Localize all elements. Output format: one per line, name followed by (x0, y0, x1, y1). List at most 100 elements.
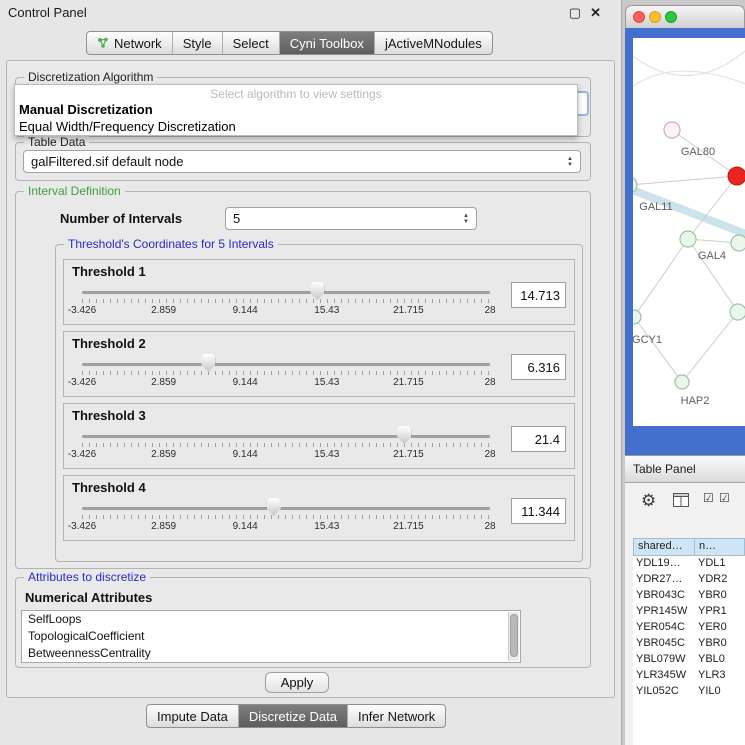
threshold-1-slider[interactable]: -3.426 2.859 9.144 15.43 21.715 28 (82, 282, 490, 322)
tab-select[interactable]: Select (222, 32, 279, 54)
scale-label: 15.43 (314, 377, 339, 388)
traffic-light-zoom-icon[interactable] (665, 11, 677, 23)
network-node-gcy1[interactable] (633, 310, 641, 324)
table-data-combo[interactable]: galFiltered.sif default node ▲ ▼ (23, 150, 581, 173)
table-cell[interactable]: YBR043C (633, 588, 695, 604)
close-window-icon[interactable]: ✕ (590, 5, 601, 21)
table-row[interactable]: YBR043C YBR0 (633, 588, 745, 604)
network-node-hap2[interactable] (675, 375, 689, 389)
table-cell[interactable]: YER054C (633, 620, 695, 636)
dropdown-option-manual-discretization[interactable]: Manual Discretization (15, 101, 577, 118)
network-node-gal4[interactable] (680, 231, 696, 247)
table-cell[interactable]: YPR1 (695, 604, 745, 620)
threshold-4-box: Threshold 4 -3.426 2.859 9.144 15.43 21.… (63, 475, 575, 541)
table-cell[interactable]: YBR0 (695, 636, 745, 652)
tab-network[interactable]: Network (87, 32, 172, 54)
table-cell[interactable]: YIL052C (633, 684, 695, 700)
interval-definition-group-label: Interval Definition (24, 184, 125, 198)
network-node[interactable] (664, 122, 680, 138)
threshold-2-slider[interactable]: -3.426 2.859 9.144 15.43 21.715 28 (82, 354, 490, 394)
list-scrollbar[interactable] (508, 612, 519, 661)
table-row[interactable]: YPR145W YPR1 (633, 604, 745, 620)
network-edge[interactable] (634, 317, 682, 382)
traffic-light-close-icon[interactable] (633, 11, 645, 23)
apply-button[interactable]: Apply (265, 672, 329, 693)
slider-track[interactable] (82, 291, 490, 294)
scale-label: 9.144 (233, 449, 258, 460)
combo-down-arrow-icon: ▼ (463, 219, 469, 225)
table-cell[interactable]: YBL079W (633, 652, 695, 668)
network-canvas[interactable]: GAL80 GAL11 GAL4 GCY1 HAP2 (633, 38, 745, 426)
list-item-betweennesscentrality[interactable]: BetweennessCentrality (22, 645, 520, 662)
threshold-4-slider[interactable]: -3.426 2.859 9.144 15.43 21.715 28 (82, 498, 490, 538)
bottom-tab-impute-data[interactable]: Impute Data (147, 705, 238, 727)
bottom-tab-infer-network[interactable]: Infer Network (347, 705, 445, 727)
table-row[interactable]: YBL079W YBL0 (633, 652, 745, 668)
tab-network-label: Network (114, 36, 162, 51)
network-node[interactable] (730, 304, 745, 320)
list-item-selfloops[interactable]: SelfLoops (22, 611, 520, 628)
scale-label: 28 (484, 305, 495, 316)
table-cell[interactable]: YIL0 (695, 684, 745, 700)
table-row[interactable]: YBR045C YBR0 (633, 636, 745, 652)
table-cell[interactable]: YDL1 (695, 556, 745, 572)
table-cell[interactable]: YBL0 (695, 652, 745, 668)
threshold-2-slider-thumb[interactable] (201, 354, 215, 372)
threshold-3-slider-thumb[interactable] (397, 426, 411, 444)
threshold-3-slider[interactable]: -3.426 2.859 9.144 15.43 21.715 28 (82, 426, 490, 466)
network-window-titlebar[interactable] (625, 5, 745, 28)
table-row[interactable]: YIL052C YIL0 (633, 684, 745, 700)
tab-jactivemnodules[interactable]: jActiveMNodules (374, 32, 492, 54)
column-header-shared-name[interactable]: shared… (633, 538, 695, 556)
tab-cyni-toolbox[interactable]: Cyni Toolbox (279, 32, 374, 54)
tab-style[interactable]: Style (172, 32, 222, 54)
threshold-3-value-field[interactable]: 21.4 (511, 426, 566, 452)
table-row[interactable]: YDR27… YDR2 (633, 572, 745, 588)
slider-scale-labels: -3.426 2.859 9.144 15.43 21.715 28 (82, 521, 490, 533)
threshold-4-slider-thumb[interactable] (267, 498, 281, 516)
network-edge[interactable] (633, 176, 737, 185)
table-cell[interactable]: YBR045C (633, 636, 695, 652)
list-item-topologicalcoefficient[interactable]: TopologicalCoefficient (22, 628, 520, 645)
select-all-checkbox-icon[interactable]: ☑ (703, 491, 714, 505)
threshold-3-box: Threshold 3 -3.426 2.859 9.144 15.43 21.… (63, 403, 575, 469)
table-cell[interactable]: YDL19… (633, 556, 695, 572)
slider-track[interactable] (82, 507, 490, 510)
network-graph: GAL80 GAL11 GAL4 GCY1 HAP2 (633, 38, 745, 426)
network-edge[interactable] (682, 312, 738, 382)
scale-label: 21.715 (393, 305, 424, 316)
list-scrollbar-thumb[interactable] (510, 614, 518, 657)
columns-icon[interactable] (673, 493, 689, 507)
float-window-icon[interactable]: ▢ (569, 5, 581, 21)
function-checkbox-icon[interactable]: ☑ (719, 491, 730, 505)
table-cell[interactable]: YPR145W (633, 604, 695, 620)
table-cell[interactable]: YER0 (695, 620, 745, 636)
slider-ticks (82, 371, 490, 375)
table-cell[interactable]: YDR27… (633, 572, 695, 588)
gear-icon[interactable]: ⚙ (641, 491, 656, 511)
table-row[interactable]: YER054C YER0 (633, 620, 745, 636)
table-row[interactable]: YDL19… YDL1 (633, 556, 745, 572)
table-cell[interactable]: YBR0 (695, 588, 745, 604)
network-node[interactable] (731, 235, 745, 251)
table-cell[interactable]: YDR2 (695, 572, 745, 588)
network-node-label-gcy1: GCY1 (633, 334, 662, 346)
network-edge[interactable] (634, 239, 688, 317)
threshold-1-slider-thumb[interactable] (310, 282, 324, 300)
table-row[interactable]: YLR345W YLR3 (633, 668, 745, 684)
slider-track[interactable] (82, 363, 490, 366)
column-header-name[interactable]: n… (695, 538, 745, 556)
traffic-light-minimize-icon[interactable] (649, 11, 661, 23)
table-cell[interactable]: YLR345W (633, 668, 695, 684)
threshold-4-value-field[interactable]: 11.344 (511, 498, 566, 524)
network-edge[interactable] (633, 71, 745, 93)
threshold-2-value-field[interactable]: 6.316 (511, 354, 566, 380)
combo-down-arrow-icon: ▼ (567, 162, 573, 168)
dropdown-option-equal-width-frequency[interactable]: Equal Width/Frequency Discretization (15, 118, 577, 135)
network-node-selected[interactable] (728, 167, 745, 185)
table-cell[interactable]: YLR3 (695, 668, 745, 684)
bottom-tab-discretize-data[interactable]: Discretize Data (238, 705, 347, 727)
threshold-1-value-field[interactable]: 14.713 (511, 282, 566, 308)
slider-track[interactable] (82, 435, 490, 438)
number-of-intervals-combo[interactable]: 5 ▲ ▼ (225, 207, 477, 230)
